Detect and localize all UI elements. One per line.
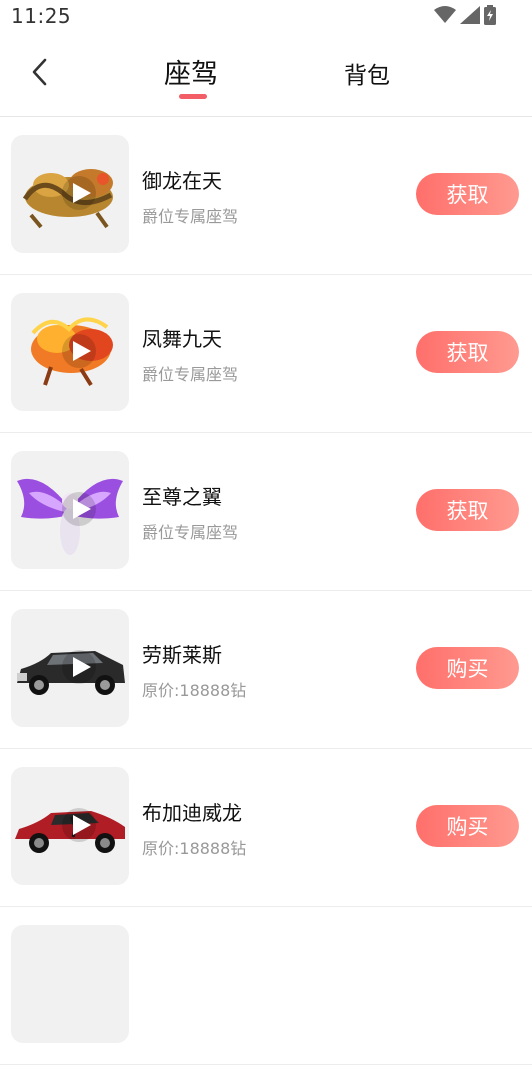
vehicle-description: 原价:18888钻 [142, 681, 247, 700]
play-icon [61, 175, 97, 211]
list-item: 至尊之翼 爵位专属座驾 获取 [0, 433, 532, 591]
list-item: 布加迪威龙 原价:18888钻 购买 [0, 749, 532, 907]
vehicle-thumbnail[interactable] [11, 609, 129, 727]
status-bar: 11:25 [0, 0, 532, 32]
get-button[interactable]: 获取 [416, 331, 519, 373]
vehicle-thumbnail[interactable] [11, 451, 129, 569]
vehicle-thumbnail[interactable] [11, 135, 129, 253]
list-item: 凤舞九天 爵位专属座驾 获取 [0, 275, 532, 433]
signal-icon [460, 6, 480, 24]
get-button[interactable]: 获取 [416, 173, 519, 215]
chevron-left-icon [30, 57, 50, 91]
vehicle-name: 布加迪威龙 [142, 801, 242, 825]
tab-indicator [179, 94, 207, 99]
vehicle-description: 爵位专属座驾 [142, 523, 239, 542]
vehicle-name: 凤舞九天 [142, 327, 222, 351]
play-icon [61, 649, 97, 685]
vehicle-description: 爵位专属座驾 [142, 365, 239, 384]
buy-button[interactable]: 购买 [416, 647, 519, 689]
list-item: 御龙在天 爵位专属座驾 获取 [0, 117, 532, 275]
vehicle-description: 原价:18888钻 [142, 839, 247, 858]
vehicle-name: 至尊之翼 [142, 485, 222, 509]
list-item: 劳斯莱斯 原价:18888钻 购买 [0, 591, 532, 749]
nav-bar: 座驾 背包 [0, 32, 532, 117]
vehicle-name: 劳斯莱斯 [142, 643, 222, 667]
vehicle-thumbnail[interactable] [11, 767, 129, 885]
list-item [0, 907, 532, 1065]
buy-button[interactable]: 购买 [416, 805, 519, 847]
vehicle-list: 御龙在天 爵位专属座驾 获取 凤舞九天 爵位专属座驾 获取 至尊之翼 爵位专属座… [0, 117, 532, 1065]
vehicle-description: 爵位专属座驾 [142, 207, 239, 226]
play-icon [61, 807, 97, 843]
battery-icon [484, 5, 496, 25]
get-button[interactable]: 获取 [416, 489, 519, 531]
play-icon [61, 491, 97, 527]
play-icon [61, 333, 97, 369]
vehicle-thumbnail[interactable] [11, 293, 129, 411]
tab-vehicles[interactable]: 座驾 [164, 52, 218, 91]
status-time: 11:25 [11, 4, 72, 28]
back-button[interactable] [22, 54, 58, 94]
status-icons [434, 5, 496, 25]
tab-backpack[interactable]: 背包 [344, 56, 390, 90]
vehicle-name: 御龙在天 [142, 169, 222, 193]
wifi-icon [434, 6, 456, 24]
vehicle-thumbnail[interactable] [11, 925, 129, 1043]
